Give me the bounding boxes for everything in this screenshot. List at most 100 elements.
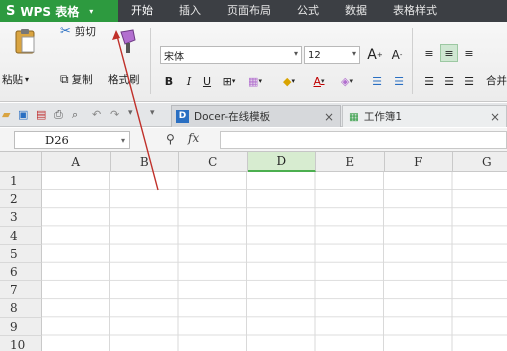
align-center-button[interactable]: ☰ xyxy=(440,72,458,90)
chevron-down-icon: ▾ xyxy=(120,136,125,145)
font-name-value: 宋体 xyxy=(164,51,184,63)
menu-formula[interactable]: 公式 xyxy=(284,0,332,22)
divider xyxy=(150,28,151,94)
cut-button[interactable]: ✂ 剪切 xyxy=(60,24,96,39)
menu-data[interactable]: 数据 xyxy=(332,0,380,22)
format-painter-label: 格式刷 xyxy=(108,74,140,86)
formula-bar: D26 ▾ ⚲ fx xyxy=(0,128,507,152)
shrink-font-button[interactable]: A- xyxy=(388,46,406,64)
docer-icon: D xyxy=(176,110,189,123)
fill-color-button[interactable]: ◆ ▾ xyxy=(280,72,298,90)
row-header-10[interactable]: 10 xyxy=(0,335,42,351)
pattern-icon: ▦ xyxy=(248,74,259,88)
indent-decrease-button[interactable]: ☰ xyxy=(368,72,386,90)
align-center-icon: ☰ xyxy=(444,74,454,88)
name-box[interactable]: D26 ▾ xyxy=(14,131,130,149)
column-header-g[interactable]: G xyxy=(453,152,507,172)
folder-icon[interactable]: ▰ xyxy=(2,108,16,122)
copy-button[interactable]: ⧉ 复制 xyxy=(60,72,93,87)
print-icon[interactable]: ⎙ xyxy=(54,108,68,122)
eraser-icon: ◈ xyxy=(341,74,350,88)
underline-button[interactable]: U xyxy=(198,72,216,90)
column-header-b[interactable]: B xyxy=(110,152,179,172)
copy-label: 复制 xyxy=(71,74,93,86)
paste-button[interactable] xyxy=(8,26,42,56)
grow-font-button[interactable]: A + xyxy=(366,46,384,64)
font-name-select[interactable]: 宋体 ▾ xyxy=(160,46,302,64)
align-left-button[interactable]: ☰ xyxy=(420,72,438,90)
font-color-label: A xyxy=(313,74,321,88)
print-preview-icon[interactable]: ⌕ xyxy=(72,108,86,122)
indent-increase-icon: ☰ xyxy=(394,74,404,88)
paste-icon xyxy=(15,29,35,54)
tab-docer-templates[interactable]: D Docer-在线模板 × xyxy=(171,105,341,127)
chevron-down-icon: ▾ xyxy=(25,75,30,84)
scissors-icon: ✂ xyxy=(60,24,71,39)
tab-workbook[interactable]: ▦ 工作簿1 × xyxy=(342,105,507,127)
format-painter-button[interactable] xyxy=(114,26,142,56)
bold-button[interactable]: B xyxy=(160,72,178,90)
column-header-e[interactable]: E xyxy=(316,152,385,172)
row-header-9[interactable]: 9 xyxy=(0,317,42,336)
font-size-select[interactable]: 12 ▾ xyxy=(304,46,360,64)
format-painter-icon xyxy=(120,29,136,53)
align-left-icon: ☰ xyxy=(424,74,434,88)
redo-icon[interactable]: ↷ xyxy=(110,108,124,122)
column-header-d[interactable]: D xyxy=(247,152,316,172)
column-header-a[interactable]: A xyxy=(42,152,111,172)
chevron-down-icon[interactable]: ▾ xyxy=(128,108,142,122)
clear-format-button[interactable]: ◈ ▾ xyxy=(338,72,356,90)
zoom-icon[interactable]: ⚲ xyxy=(166,132,175,146)
align-middle-icon: ≡ xyxy=(444,46,454,60)
align-top-button[interactable]: ≡ xyxy=(420,44,438,62)
undo-icon[interactable]: ↶ xyxy=(92,108,106,122)
column-header-f[interactable]: F xyxy=(384,152,453,172)
tab-list-chevron-icon[interactable]: ▾ xyxy=(150,108,164,122)
spreadsheet-icon: ▦ xyxy=(349,110,359,123)
align-middle-button[interactable]: ≡ xyxy=(440,44,458,62)
align-right-button[interactable]: ☰ xyxy=(460,72,478,90)
menu-home[interactable]: 开始 xyxy=(118,0,166,22)
close-icon[interactable]: × xyxy=(490,110,500,124)
save-icon[interactable]: ▣ xyxy=(18,108,32,122)
paste-label[interactable]: 粘贴 ▾ xyxy=(2,72,29,87)
menu-table-style[interactable]: 表格样式 xyxy=(380,0,450,22)
row-header-5[interactable]: 5 xyxy=(0,244,42,263)
tab-label: 工作簿1 xyxy=(363,111,403,123)
font-color-button[interactable]: A ▾ xyxy=(310,72,328,90)
export-pdf-icon[interactable]: ▤ xyxy=(36,108,50,122)
align-bottom-button[interactable]: ≡ xyxy=(460,44,478,62)
row-header-4[interactable]: 4 xyxy=(0,226,42,245)
indent-increase-button[interactable]: ☰ xyxy=(390,72,408,90)
select-all-corner[interactable] xyxy=(0,152,42,172)
spreadsheet-grid: ABCDEFG 1 2 3 4 5 6 7 8 9 10 xyxy=(0,152,507,351)
font-size-value: 12 xyxy=(308,49,321,61)
cell-area[interactable] xyxy=(42,172,507,351)
merge-button[interactable]: 合并 xyxy=(486,73,507,88)
row-header-3[interactable]: 3 xyxy=(0,208,42,227)
column-header-c[interactable]: C xyxy=(179,152,248,172)
menu-insert[interactable]: 插入 xyxy=(166,0,214,22)
align-right-icon: ☰ xyxy=(464,74,474,88)
row-header-2[interactable]: 2 xyxy=(0,190,42,209)
menu-page-layout[interactable]: 页面布局 xyxy=(214,0,284,22)
row-header-6[interactable]: 6 xyxy=(0,263,42,282)
chevron-down-icon: ▾ xyxy=(293,49,298,58)
shrink-font-label: A xyxy=(391,48,400,62)
fill-pattern-button[interactable]: ▦ ▾ xyxy=(246,72,264,90)
app-menu-button[interactable]: S WPS 表格 ▾ xyxy=(0,0,118,22)
row-header-8[interactable]: 8 xyxy=(0,299,42,318)
formula-input[interactable] xyxy=(220,131,507,149)
align-top-icon: ≡ xyxy=(424,46,434,60)
chevron-down-icon: ▾ xyxy=(89,6,94,16)
insert-function-icon[interactable]: fx xyxy=(188,131,199,145)
align-bottom-icon: ≡ xyxy=(464,46,474,60)
row-header-1[interactable]: 1 xyxy=(0,172,42,191)
row-header-7[interactable]: 7 xyxy=(0,281,42,300)
paint-bucket-icon: ◆ xyxy=(283,74,292,88)
tab-label: Docer-在线模板 xyxy=(194,111,271,123)
quick-access-toolbar: ▰ ▣ ▤ ⎙ ⌕ ↶ ↷ ▾ ▾ D Docer-在线模板 × ▦ 工作簿1 … xyxy=(0,103,507,127)
italic-button[interactable]: I xyxy=(180,72,198,90)
close-icon[interactable]: × xyxy=(324,110,334,124)
border-button[interactable]: ⊞ ▾ xyxy=(220,72,238,90)
